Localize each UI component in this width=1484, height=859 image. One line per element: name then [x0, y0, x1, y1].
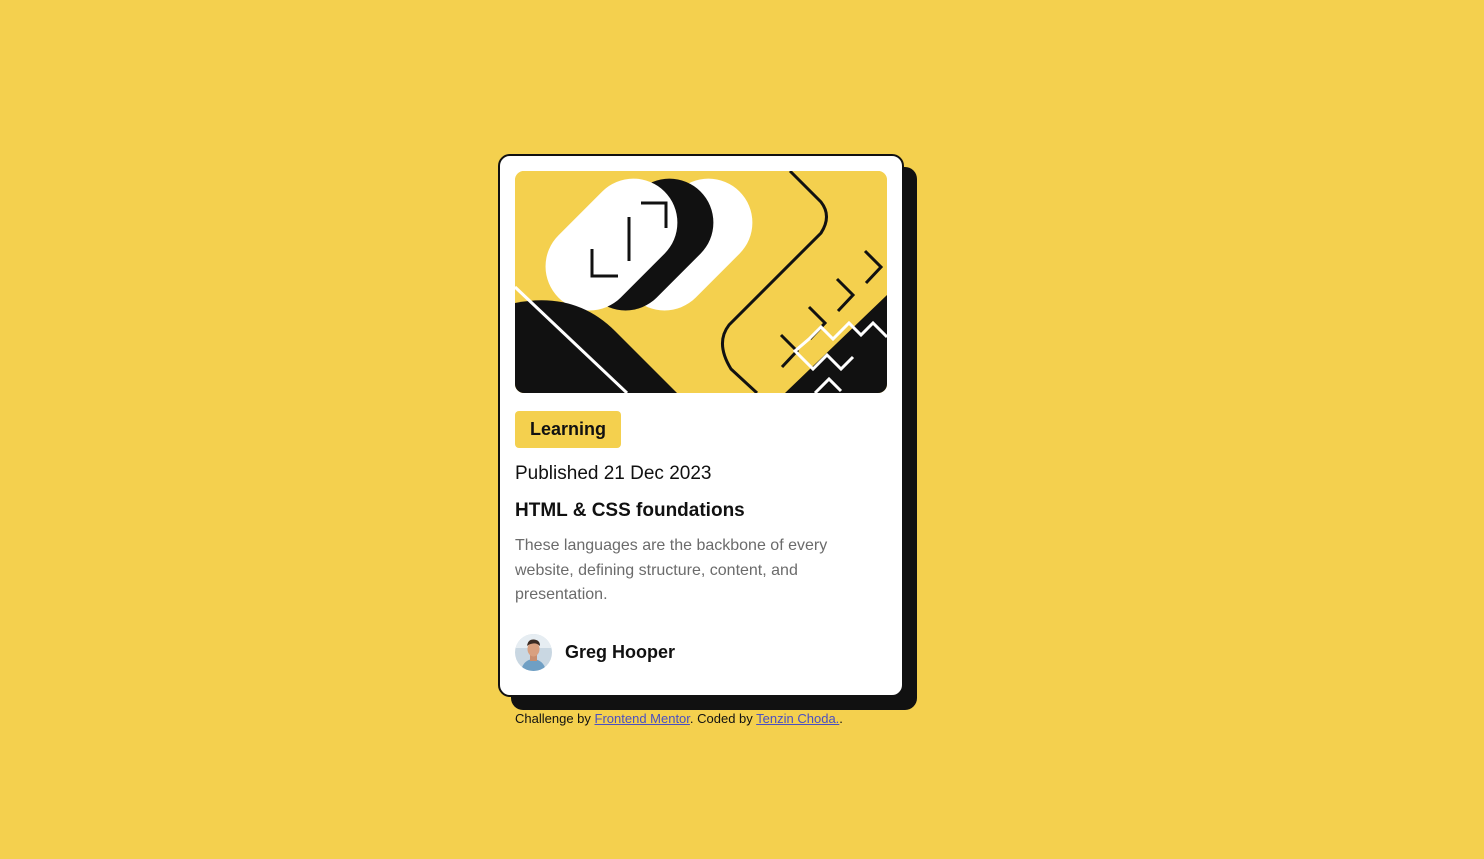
- attribution-prefix: Challenge by: [515, 711, 591, 726]
- avatar: [515, 633, 552, 671]
- category-badge: Learning: [515, 411, 621, 448]
- article-description: These languages are the backbone of ever…: [515, 537, 828, 603]
- author-link[interactable]: Tenzin Choda.: [756, 711, 839, 726]
- attribution: Challenge by Frontend Mentor. Coded by T…: [515, 711, 843, 727]
- author-name: Greg Hooper: [565, 641, 676, 662]
- article-title[interactable]: HTML & CSS foundations: [515, 497, 745, 525]
- blog-preview-card: Learning Published 21 Dec 2023 HTML & CS…: [498, 154, 904, 697]
- attribution-suffix: .: [839, 711, 843, 726]
- frontend-mentor-link[interactable]: Frontend Mentor: [595, 711, 690, 726]
- article-illustration: [515, 171, 887, 393]
- attribution-middle: . Coded by: [689, 711, 753, 726]
- author: Greg Hooper: [515, 633, 675, 671]
- published-date: Published 21 Dec 2023: [515, 463, 712, 484]
